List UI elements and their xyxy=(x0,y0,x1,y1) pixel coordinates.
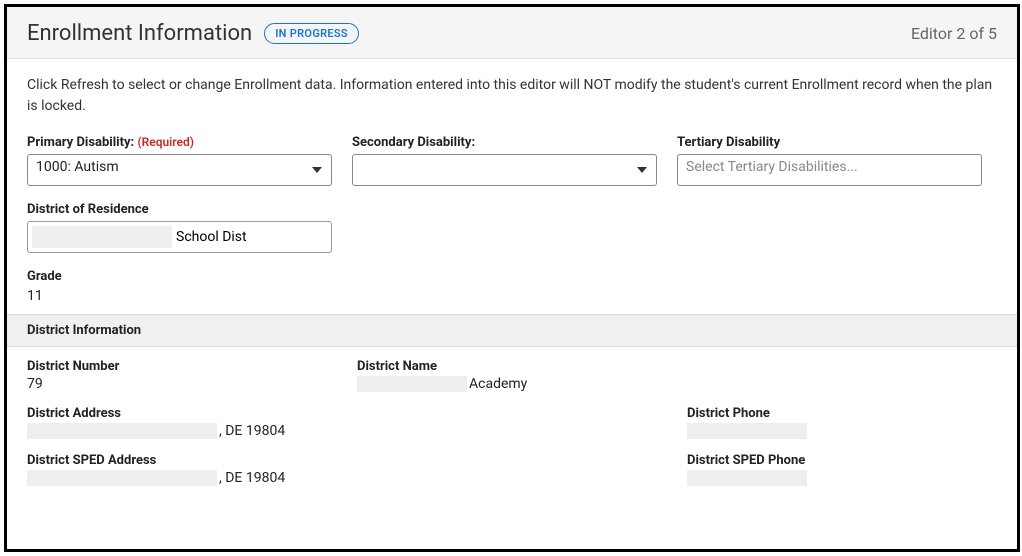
district-name-suffix: Academy xyxy=(469,376,527,392)
district-info-section-header: District Information xyxy=(7,314,1017,347)
district-of-residence-label: District of Residence xyxy=(27,202,332,217)
page-title: Enrollment Information xyxy=(27,21,252,46)
district-phone-item: District Phone xyxy=(687,406,997,439)
district-number-label: District Number xyxy=(27,359,347,374)
redacted-block xyxy=(687,423,807,439)
district-of-residence-input[interactable]: School Dist xyxy=(27,221,332,253)
district-number-value: 79 xyxy=(27,376,347,392)
tertiary-disability-label: Tertiary Disability xyxy=(677,135,982,150)
secondary-disability-group: Secondary Disability: xyxy=(352,135,657,186)
district-address-suffix: , DE 19804 xyxy=(219,423,285,439)
redacted-block xyxy=(687,470,807,486)
secondary-disability-label: Secondary Disability: xyxy=(352,135,657,150)
secondary-disability-select[interactable] xyxy=(352,154,657,186)
district-name-label: District Name xyxy=(357,359,677,374)
editor-counter: Editor 2 of 5 xyxy=(911,24,997,43)
editor-header: Enrollment Information IN PROGRESS Edito… xyxy=(7,7,1017,59)
district-number-item: District Number 79 xyxy=(27,359,347,392)
district-sped-phone-item: District SPED Phone xyxy=(687,453,997,486)
redacted-block xyxy=(27,423,217,439)
district-name-item: District Name Academy xyxy=(357,359,677,392)
redacted-block xyxy=(357,376,467,392)
district-of-residence-group: District of Residence School Dist xyxy=(27,202,332,253)
tertiary-disability-select[interactable]: Select Tertiary Disabilities... xyxy=(677,154,982,186)
grade-label: Grade xyxy=(27,269,997,284)
redacted-block xyxy=(32,226,172,248)
redacted-block xyxy=(27,470,217,486)
tertiary-disability-group: Tertiary Disability Select Tertiary Disa… xyxy=(677,135,982,186)
required-indicator: (Required) xyxy=(137,135,193,149)
grade-group: Grade 11 xyxy=(27,269,997,304)
district-address-label: District Address xyxy=(27,406,677,421)
status-badge: IN PROGRESS xyxy=(264,23,359,44)
grade-value: 11 xyxy=(27,288,997,304)
intro-text: Click Refresh to select or change Enroll… xyxy=(27,75,997,117)
district-sped-address-suffix: , DE 19804 xyxy=(219,470,285,486)
district-phone-label: District Phone xyxy=(687,406,997,421)
primary-disability-group: Primary Disability: (Required) 1000: Aut… xyxy=(27,135,332,186)
district-sped-address-item: District SPED Address , DE 19804 xyxy=(27,453,677,486)
district-sped-phone-label: District SPED Phone xyxy=(687,453,997,468)
district-address-item: District Address , DE 19804 xyxy=(27,406,677,439)
district-sped-address-label: District SPED Address xyxy=(27,453,677,468)
primary-disability-select[interactable]: 1000: Autism xyxy=(27,154,332,186)
primary-disability-label: Primary Disability: (Required) xyxy=(27,135,332,150)
